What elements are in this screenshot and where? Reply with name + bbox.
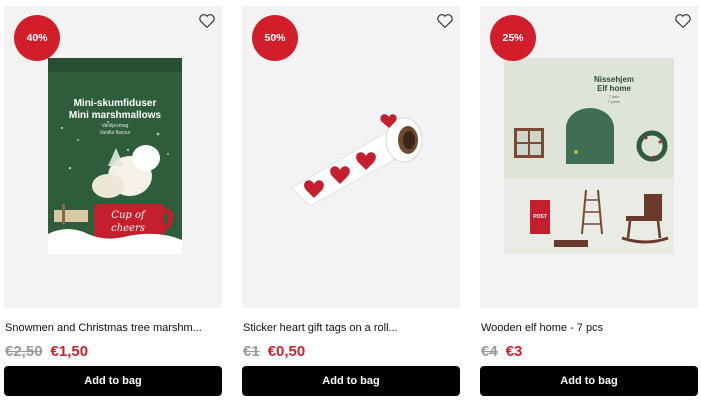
package-title-2: Mini marshmallows <box>69 110 162 121</box>
original-price: €2,50 <box>5 343 43 360</box>
package-sub-2: Vanilla flavour <box>99 130 130 136</box>
add-to-bag-button[interactable]: Add to bag <box>242 366 460 396</box>
heart-icon[interactable] <box>674 12 692 30</box>
box-title-2: Elf home <box>597 84 631 93</box>
marshmallow-bag-image: Mini-skumfiduser Mini marshmallows Vanil… <box>48 58 182 254</box>
product-image-tile[interactable]: 50% <box>242 6 460 308</box>
add-to-bag-button[interactable]: Add to bag <box>4 366 222 396</box>
box-title-1: Nissehjem <box>594 75 634 84</box>
discount-badge: 25% <box>490 15 536 61</box>
discount-badge: 50% <box>252 15 298 61</box>
add-to-bag-button[interactable]: Add to bag <box>480 366 698 396</box>
product-title[interactable]: Sticker heart gift tags on a roll... <box>243 322 459 334</box>
package-sub-1: Vaniljesmag <box>102 123 129 129</box>
elf-home-box-image: Nissehjem Elf home 7 dele 7 parts POST <box>504 58 674 254</box>
product-card[interactable]: 50% Sticker heart gift tags on a roll...… <box>242 6 460 400</box>
product-title[interactable]: Wooden elf home - 7 pcs <box>481 322 697 334</box>
price-row: €1 €0,50 <box>243 343 305 363</box>
original-price: €1 <box>243 343 260 360</box>
product-title[interactable]: Snowmen and Christmas tree marshm... <box>5 322 221 334</box>
box-sub-2: 7 parts <box>608 99 620 104</box>
heart-sticker-roll-image <box>291 114 423 206</box>
package-title-1: Mini-skumfiduser <box>74 98 157 109</box>
sale-price: €1,50 <box>50 343 89 360</box>
heart-icon[interactable] <box>436 12 454 30</box>
product-image-tile[interactable]: Nissehjem Elf home 7 dele 7 parts POST 2… <box>480 6 698 308</box>
sale-price: €0,50 <box>267 343 306 360</box>
cup-text-2: cheers <box>111 223 145 234</box>
post-label: POST <box>533 214 547 220</box>
product-image-tile[interactable]: Mini-skumfiduser Mini marshmallows Vanil… <box>4 6 222 308</box>
discount-badge: 40% <box>14 15 60 61</box>
cup-text-1: Cup of <box>111 210 147 221</box>
price-row: €4 €3 <box>481 343 522 363</box>
sale-price: €3 <box>505 343 523 360</box>
product-card[interactable]: Mini-skumfiduser Mini marshmallows Vanil… <box>4 6 222 400</box>
product-card[interactable]: Nissehjem Elf home 7 dele 7 parts POST 2… <box>480 6 698 400</box>
original-price: €4 <box>481 343 498 360</box>
price-row: €2,50 €1,50 <box>5 343 88 363</box>
heart-icon[interactable] <box>198 12 216 30</box>
